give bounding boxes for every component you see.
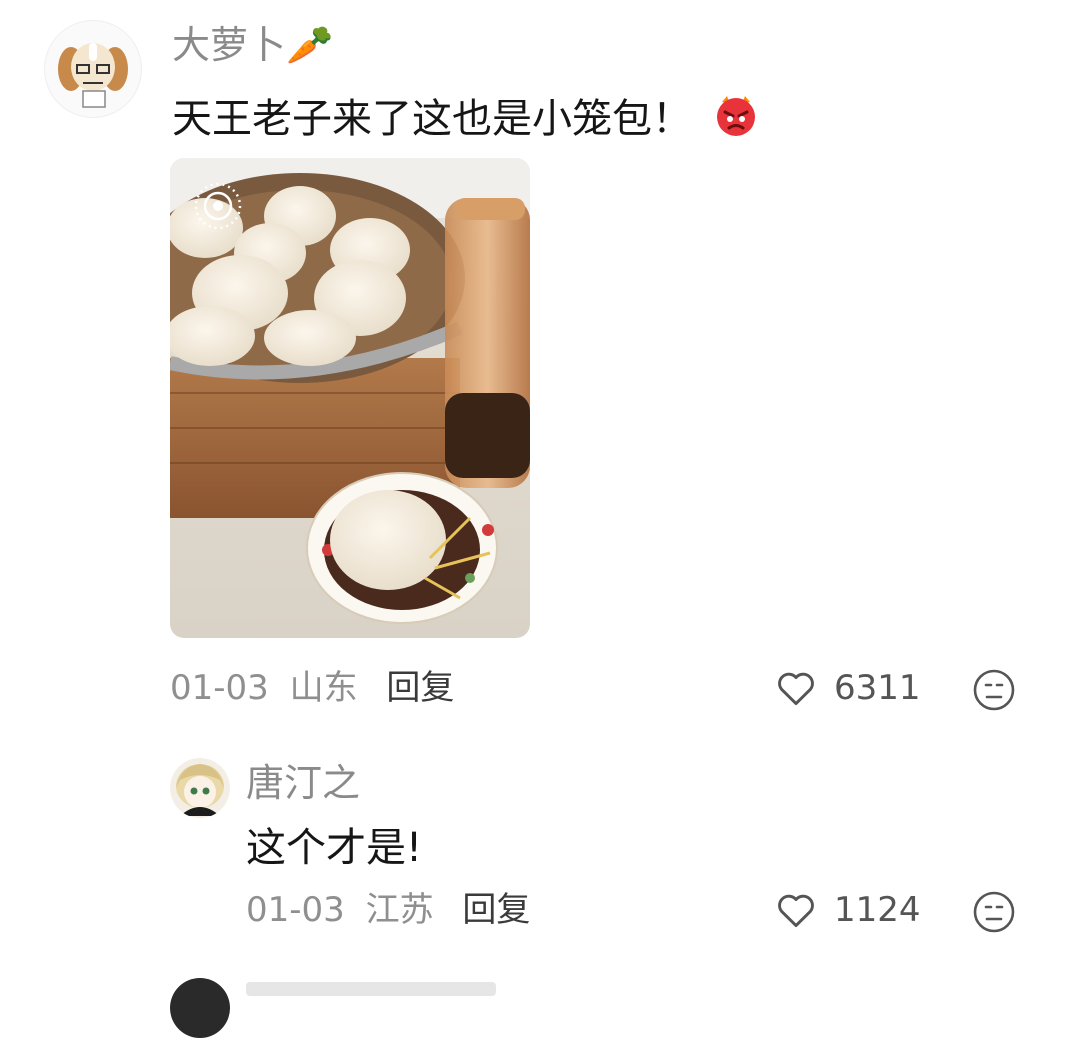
like-count: 1124: [834, 890, 921, 930]
heart-outline-icon[interactable]: [774, 666, 818, 710]
avatar[interactable]: [170, 758, 230, 818]
next-comment-avatar[interactable]: [170, 978, 230, 1038]
angry-emoji-icon: [713, 92, 759, 138]
username[interactable]: 大萝卜🥕: [172, 22, 333, 68]
comment-body: 天王老子来了这也是小笼包！: [172, 96, 692, 142]
comment-location: 山东: [289, 668, 358, 708]
comment-meta: 01-03 江苏 回复: [246, 890, 530, 930]
comment-date: 01-03: [246, 890, 345, 930]
meh-face-icon[interactable]: [972, 668, 1016, 712]
avatar[interactable]: [44, 20, 142, 118]
comment-text: 天王老子来了这也是小笼包！: [172, 92, 759, 143]
soup-dumpling-photo: [170, 158, 530, 638]
comment-date: 01-03: [170, 668, 269, 708]
meh-face-icon[interactable]: [972, 890, 1016, 934]
username[interactable]: 唐汀之: [246, 760, 360, 806]
comment-photo[interactable]: [170, 158, 530, 638]
like-count: 6311: [834, 668, 921, 708]
comment-location: 江苏: [365, 890, 434, 930]
reply-button[interactable]: 回复: [462, 890, 530, 930]
dog-avatar-icon: [58, 43, 128, 108]
next-comment-username-placeholder: [246, 982, 496, 996]
anime-girl-avatar-icon: [176, 764, 224, 816]
heart-outline-icon[interactable]: [774, 888, 818, 932]
reply-button[interactable]: 回复: [386, 668, 454, 708]
comment-meta: 01-03 山东 回复: [170, 668, 454, 708]
comment-text: 这个才是!: [246, 825, 423, 871]
